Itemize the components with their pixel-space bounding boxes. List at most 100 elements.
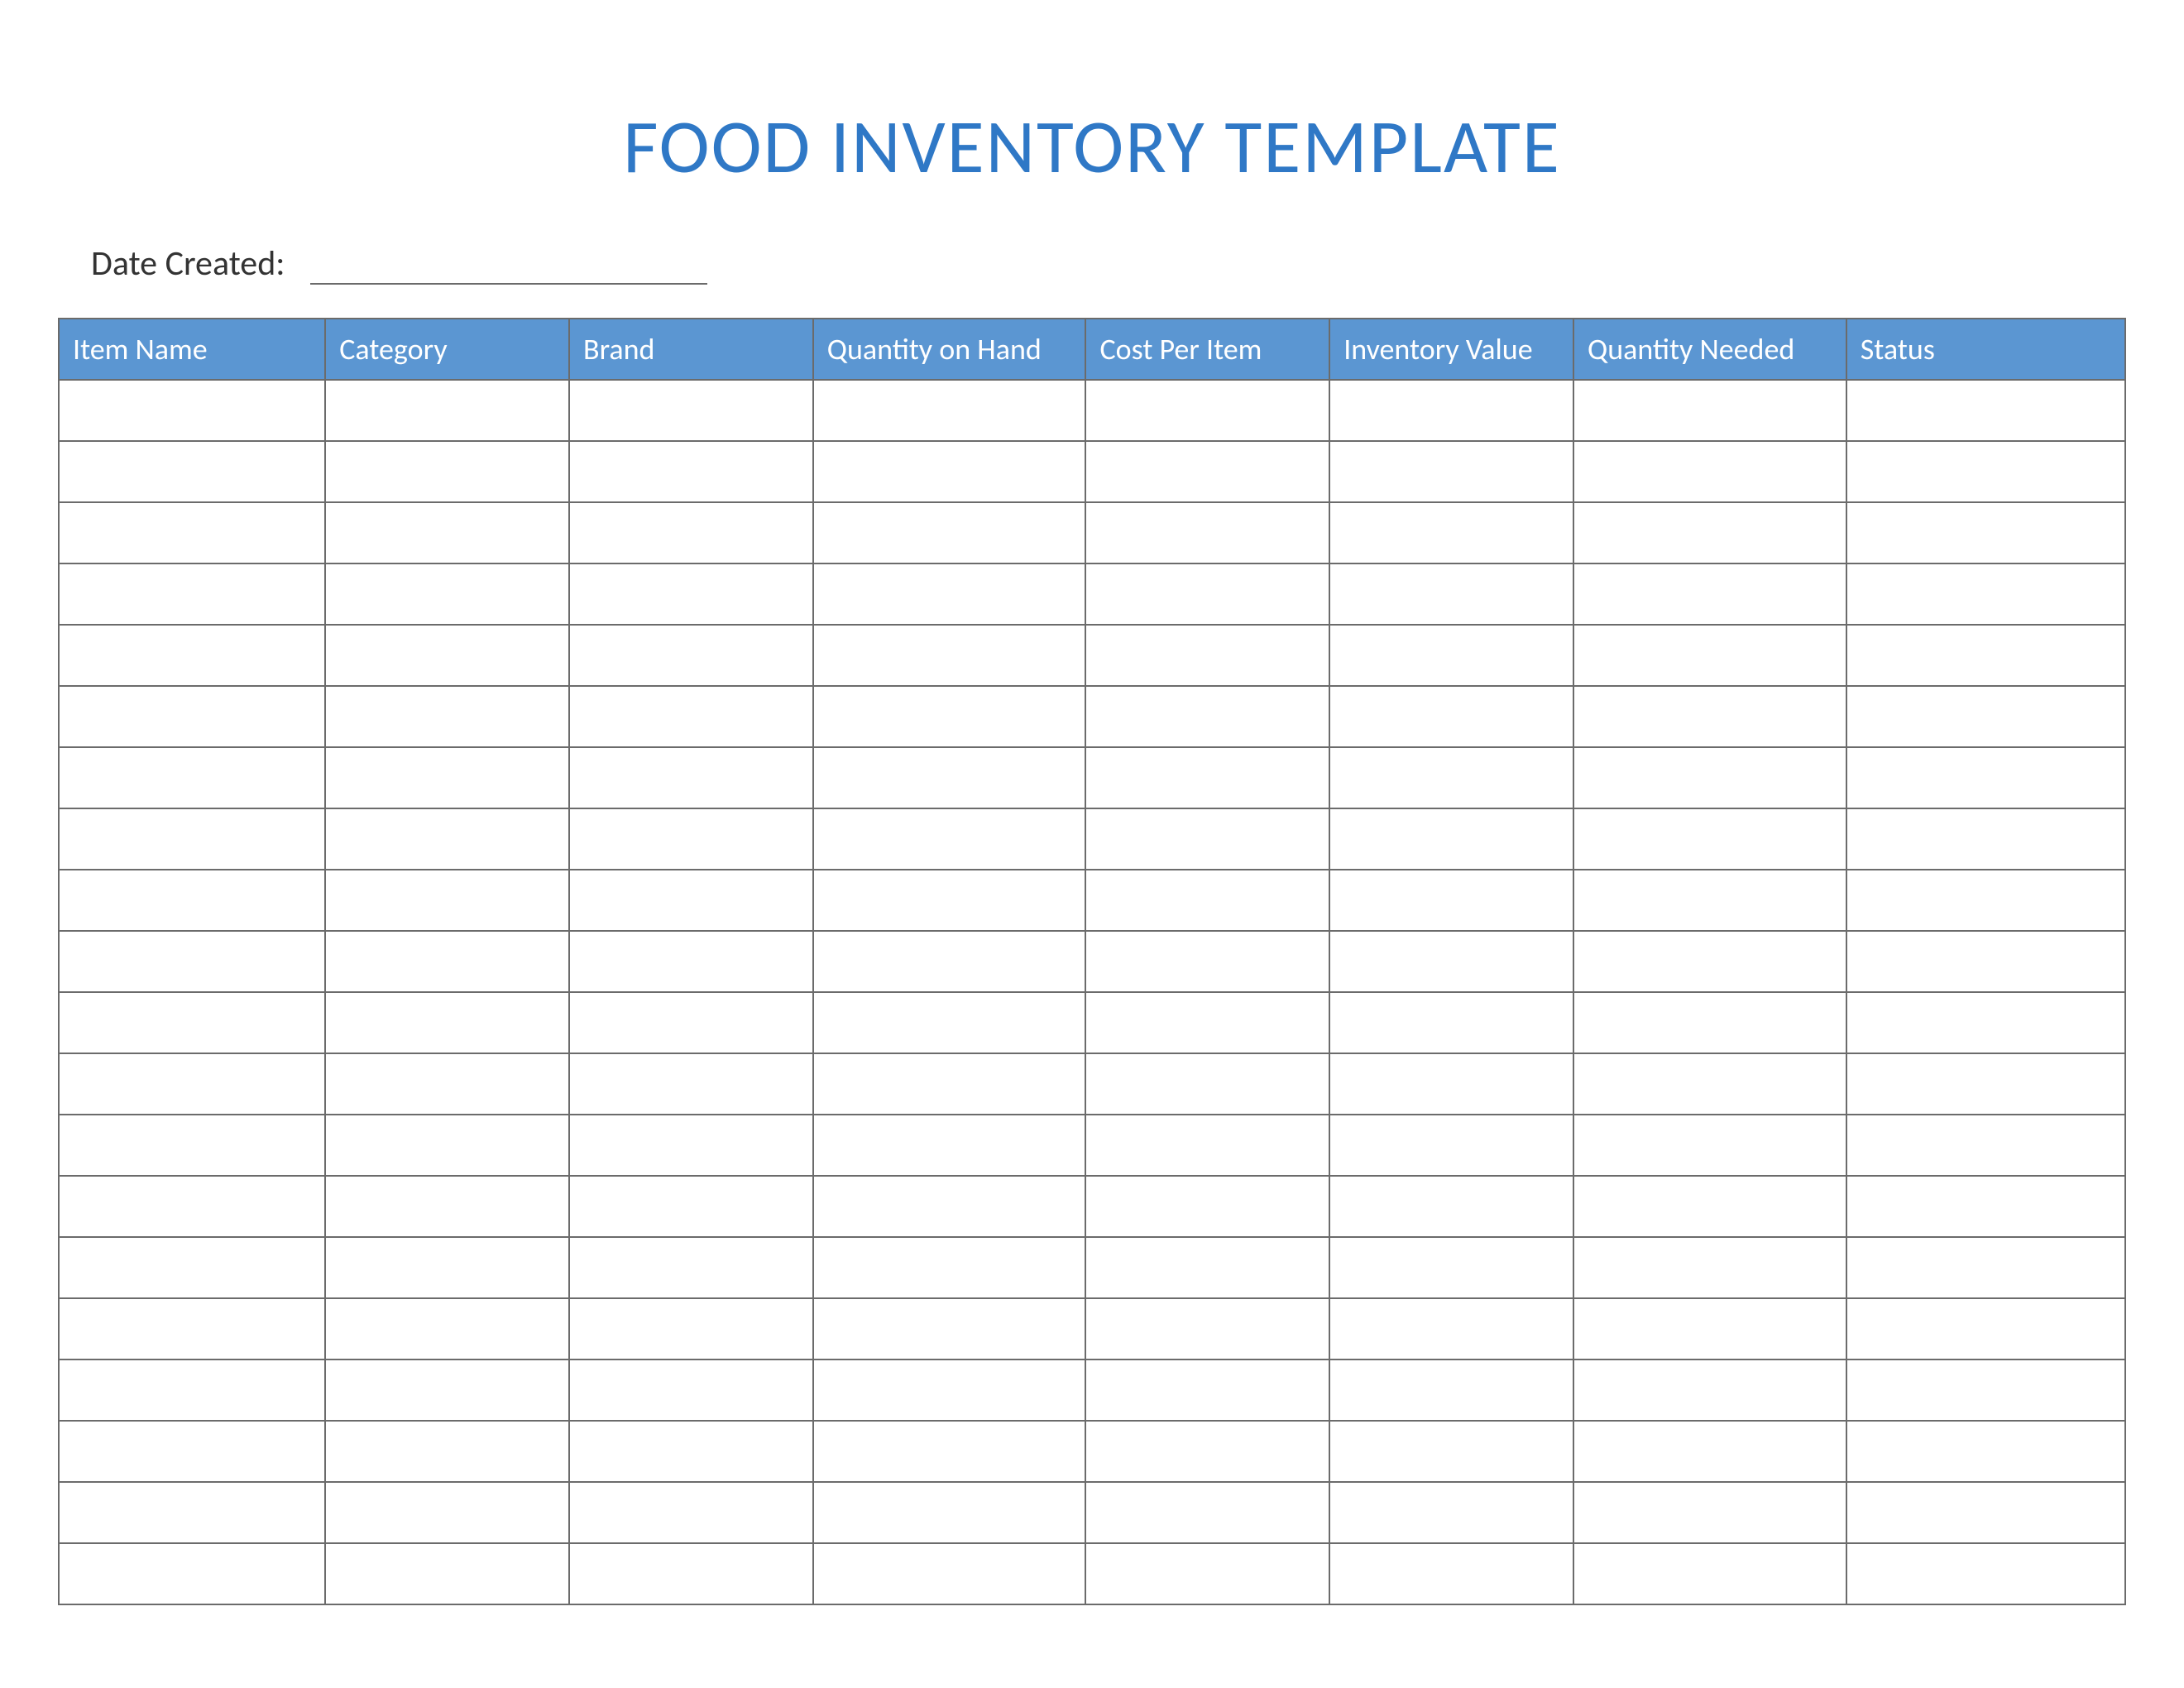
- table-cell[interactable]: [1085, 380, 1329, 441]
- table-cell[interactable]: [569, 747, 813, 808]
- table-cell[interactable]: [1085, 1360, 1329, 1421]
- table-cell[interactable]: [1085, 992, 1329, 1053]
- table-cell[interactable]: [813, 1360, 1086, 1421]
- table-cell[interactable]: [59, 1115, 325, 1176]
- table-cell[interactable]: [813, 1053, 1086, 1115]
- table-cell[interactable]: [1329, 931, 1573, 992]
- table-cell[interactable]: [1085, 686, 1329, 747]
- table-cell[interactable]: [1085, 1237, 1329, 1298]
- table-cell[interactable]: [813, 808, 1086, 870]
- table-cell[interactable]: [1573, 747, 1846, 808]
- table-cell[interactable]: [813, 1115, 1086, 1176]
- table-cell[interactable]: [1846, 1115, 2125, 1176]
- table-cell[interactable]: [1846, 1421, 2125, 1482]
- table-cell[interactable]: [59, 502, 325, 563]
- table-cell[interactable]: [59, 380, 325, 441]
- table-cell[interactable]: [59, 441, 325, 502]
- table-cell[interactable]: [813, 1482, 1086, 1543]
- table-cell[interactable]: [1846, 502, 2125, 563]
- table-cell[interactable]: [1846, 870, 2125, 931]
- table-cell[interactable]: [1846, 1053, 2125, 1115]
- table-cell[interactable]: [569, 1298, 813, 1360]
- table-cell[interactable]: [569, 1237, 813, 1298]
- table-cell[interactable]: [325, 1237, 569, 1298]
- table-cell[interactable]: [813, 931, 1086, 992]
- table-cell[interactable]: [813, 747, 1086, 808]
- table-cell[interactable]: [1846, 747, 2125, 808]
- table-cell[interactable]: [325, 625, 569, 686]
- table-cell[interactable]: [1573, 1543, 1846, 1604]
- table-cell[interactable]: [813, 1298, 1086, 1360]
- table-cell[interactable]: [569, 1543, 813, 1604]
- table-cell[interactable]: [1329, 1543, 1573, 1604]
- table-cell[interactable]: [1329, 1482, 1573, 1543]
- table-cell[interactable]: [1085, 931, 1329, 992]
- table-cell[interactable]: [1573, 686, 1846, 747]
- table-cell[interactable]: [59, 1360, 325, 1421]
- table-cell[interactable]: [325, 380, 569, 441]
- table-cell[interactable]: [1846, 441, 2125, 502]
- table-cell[interactable]: [1846, 992, 2125, 1053]
- table-cell[interactable]: [1085, 808, 1329, 870]
- table-cell[interactable]: [59, 1543, 325, 1604]
- table-cell[interactable]: [1085, 1115, 1329, 1176]
- table-cell[interactable]: [59, 686, 325, 747]
- table-cell[interactable]: [1085, 747, 1329, 808]
- table-cell[interactable]: [1573, 563, 1846, 625]
- table-cell[interactable]: [1085, 1298, 1329, 1360]
- table-cell[interactable]: [325, 441, 569, 502]
- table-cell[interactable]: [59, 563, 325, 625]
- table-cell[interactable]: [59, 1482, 325, 1543]
- table-cell[interactable]: [1573, 808, 1846, 870]
- table-cell[interactable]: [1573, 1421, 1846, 1482]
- table-cell[interactable]: [1573, 625, 1846, 686]
- table-cell[interactable]: [1085, 1176, 1329, 1237]
- table-cell[interactable]: [1329, 1053, 1573, 1115]
- table-cell[interactable]: [1329, 441, 1573, 502]
- table-cell[interactable]: [1085, 1482, 1329, 1543]
- table-cell[interactable]: [325, 1053, 569, 1115]
- table-cell[interactable]: [1329, 686, 1573, 747]
- table-cell[interactable]: [569, 380, 813, 441]
- table-cell[interactable]: [813, 380, 1086, 441]
- table-cell[interactable]: [1846, 625, 2125, 686]
- table-cell[interactable]: [1846, 1360, 2125, 1421]
- table-cell[interactable]: [325, 747, 569, 808]
- table-cell[interactable]: [569, 625, 813, 686]
- table-cell[interactable]: [813, 1237, 1086, 1298]
- table-cell[interactable]: [1573, 380, 1846, 441]
- table-cell[interactable]: [813, 625, 1086, 686]
- table-cell[interactable]: [569, 931, 813, 992]
- table-cell[interactable]: [59, 1053, 325, 1115]
- table-cell[interactable]: [569, 1176, 813, 1237]
- table-cell[interactable]: [569, 992, 813, 1053]
- table-cell[interactable]: [1329, 992, 1573, 1053]
- table-cell[interactable]: [325, 808, 569, 870]
- table-cell[interactable]: [1846, 686, 2125, 747]
- table-cell[interactable]: [59, 625, 325, 686]
- table-cell[interactable]: [325, 1421, 569, 1482]
- table-cell[interactable]: [1573, 1053, 1846, 1115]
- table-cell[interactable]: [1846, 1482, 2125, 1543]
- table-cell[interactable]: [59, 870, 325, 931]
- table-cell[interactable]: [1329, 870, 1573, 931]
- table-cell[interactable]: [1573, 502, 1846, 563]
- table-cell[interactable]: [569, 1360, 813, 1421]
- table-cell[interactable]: [813, 441, 1086, 502]
- table-cell[interactable]: [1085, 1053, 1329, 1115]
- table-cell[interactable]: [1085, 870, 1329, 931]
- table-cell[interactable]: [569, 686, 813, 747]
- table-cell[interactable]: [1846, 931, 2125, 992]
- table-cell[interactable]: [325, 1482, 569, 1543]
- table-cell[interactable]: [1329, 808, 1573, 870]
- table-cell[interactable]: [1329, 380, 1573, 441]
- table-cell[interactable]: [1846, 1237, 2125, 1298]
- table-cell[interactable]: [59, 931, 325, 992]
- table-cell[interactable]: [325, 1360, 569, 1421]
- table-cell[interactable]: [1573, 992, 1846, 1053]
- table-cell[interactable]: [1573, 441, 1846, 502]
- table-cell[interactable]: [813, 563, 1086, 625]
- table-cell[interactable]: [569, 1053, 813, 1115]
- table-cell[interactable]: [1329, 502, 1573, 563]
- table-cell[interactable]: [325, 1543, 569, 1604]
